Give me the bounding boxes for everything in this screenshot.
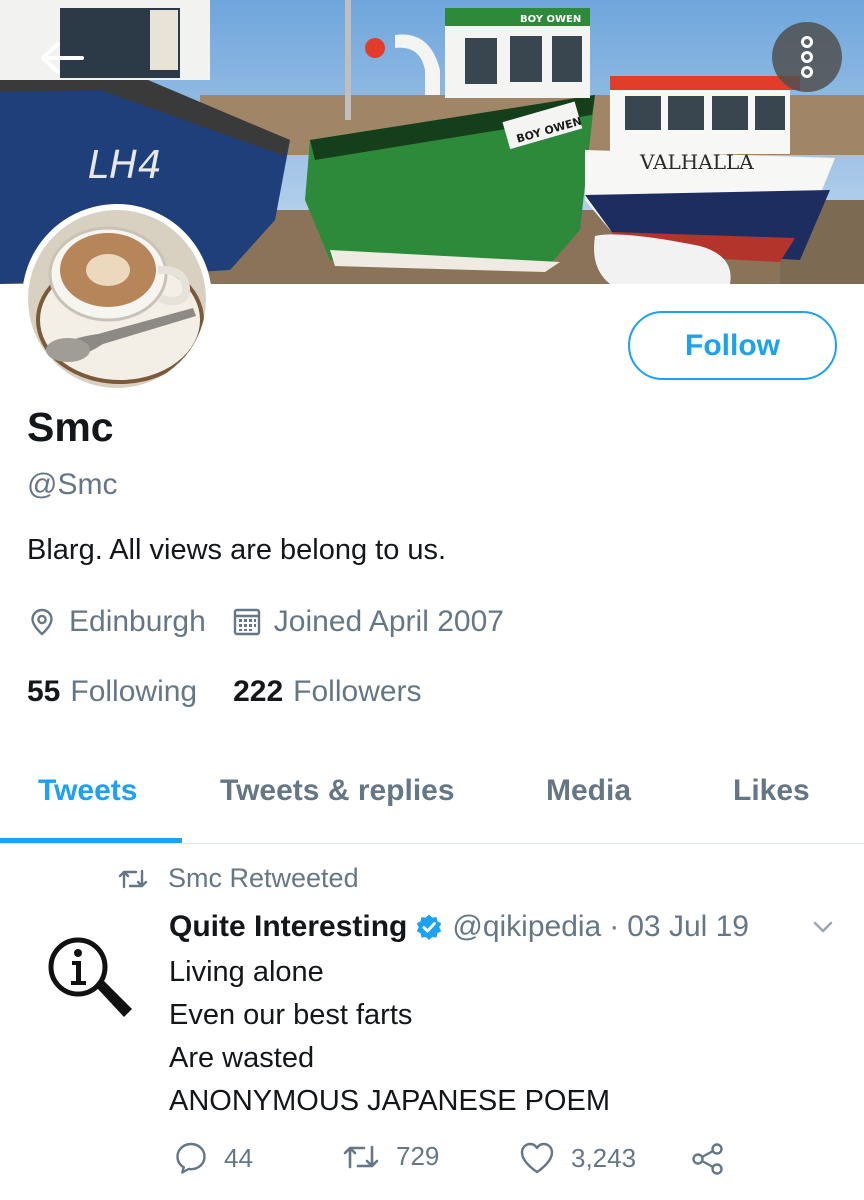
tab-tweets[interactable]: Tweets	[38, 774, 137, 808]
tweet-author-name[interactable]: Quite Interesting	[169, 910, 407, 944]
tweet-actions: 44 729 3,243	[0, 1141, 864, 1181]
chevron-down-icon[interactable]	[812, 919, 834, 935]
location-pin-icon	[31, 608, 53, 636]
boat-valhalla-label: VALHALLA	[639, 150, 754, 174]
tweet-separator: ·	[609, 910, 620, 943]
share-icon	[692, 1143, 723, 1175]
reply-button[interactable]: 44	[174, 1141, 253, 1175]
profile-display-name: Smc	[27, 404, 114, 450]
profile-tabs: Tweets Tweets & replies Media Likes	[0, 752, 864, 844]
follow-counts: 55 Following 222 Followers	[27, 672, 422, 712]
profile-bio: Blarg. All views are belong to us.	[27, 534, 447, 566]
boat-lh4-label: LH4	[88, 143, 162, 187]
share-button[interactable]	[690, 1141, 742, 1177]
like-button[interactable]: 3,243	[519, 1141, 636, 1175]
follow-button[interactable]: Follow	[628, 311, 837, 380]
following-link[interactable]: 55 Following	[27, 675, 197, 709]
retweet-icon	[343, 1145, 379, 1168]
followers-link[interactable]: 222 Followers	[233, 675, 421, 709]
tweet-text-line: Even our best farts	[169, 999, 413, 1031]
reply-icon	[176, 1142, 206, 1174]
profile-meta: Edinburgh Joined April 2007	[27, 602, 504, 642]
location-text: Edinburgh	[69, 605, 206, 638]
following-count: 55	[27, 675, 61, 708]
tweet-text-line: Living alone	[169, 956, 324, 988]
verified-badge-icon	[415, 913, 443, 941]
tab-media[interactable]: Media	[546, 774, 631, 808]
tweet-header: Quite Interesting @qikipedia · 03 Jul 19	[169, 907, 749, 947]
reply-count: 44	[224, 1142, 253, 1173]
retweet-icon	[118, 869, 148, 888]
profile-handle: @Smc	[27, 468, 118, 501]
retweet-button[interactable]: 729	[342, 1141, 439, 1172]
tweet-date[interactable]: 03 Jul 19	[627, 910, 749, 944]
tweet-text-line: ANONYMOUS JAPANESE POEM	[169, 1085, 610, 1117]
followers-label: Followers	[293, 675, 422, 708]
tweet[interactable]: Smc Retweeted Quite Interesting @qikiped…	[0, 845, 864, 1200]
more-options-button[interactable]	[772, 22, 842, 92]
like-count: 3,243	[571, 1142, 637, 1173]
tab-likes[interactable]: Likes	[733, 774, 810, 808]
tweet-text: Living alone Even our best farts Are was…	[169, 951, 610, 1123]
tweet-text-line: Are wasted	[169, 1042, 315, 1074]
active-tab-indicator	[0, 838, 182, 843]
arrow-left-icon	[41, 42, 84, 74]
avatar-image	[28, 210, 206, 388]
followers-count: 222	[233, 675, 284, 708]
location: Edinburgh	[27, 605, 206, 639]
boat-boyowen-cabin-label: BOY OWEN	[520, 14, 581, 25]
back-button[interactable]	[22, 28, 102, 88]
tab-tweets-and-replies[interactable]: Tweets & replies	[220, 774, 455, 808]
more-options-icon	[801, 36, 813, 78]
join-date: Joined April 2007	[232, 605, 504, 639]
qi-logo-icon[interactable]	[44, 933, 138, 1027]
calendar-icon	[233, 608, 260, 636]
retweet-context: Smc Retweeted	[118, 863, 359, 894]
join-date-text: Joined April 2007	[273, 605, 504, 638]
retweet-count: 729	[396, 1141, 440, 1171]
retweet-context-text: Smc Retweeted	[168, 863, 359, 893]
following-label: Following	[70, 675, 198, 708]
profile-avatar[interactable]	[22, 204, 212, 394]
heart-icon	[520, 1142, 554, 1174]
tweet-author-handle[interactable]: @qikipedia	[452, 910, 601, 944]
